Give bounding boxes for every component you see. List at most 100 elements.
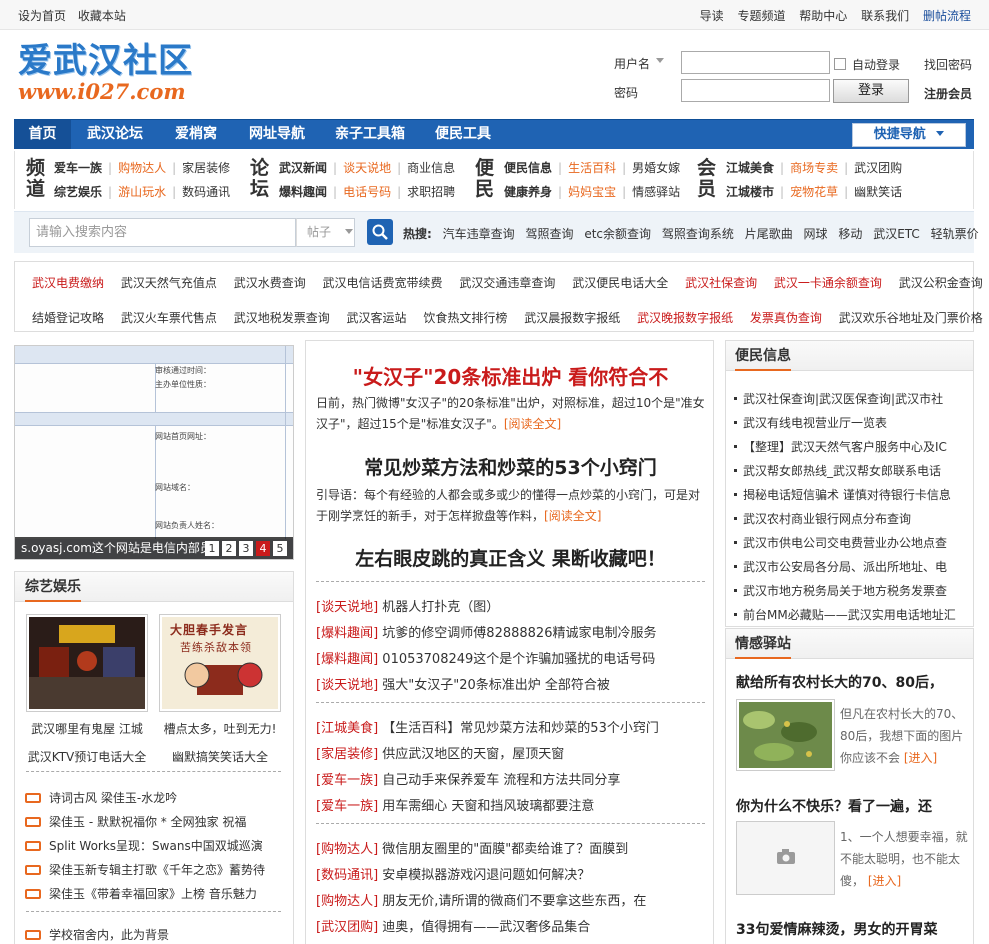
nav-utility-tools[interactable]: 便民工具 bbox=[426, 120, 500, 149]
post-item[interactable]: [爱车一族] 用车需细心 天窗和挡风玻璃都要注意 bbox=[316, 795, 594, 814]
link[interactable]: 武汉KTV预订电话大全 bbox=[26, 748, 148, 765]
quick-link[interactable]: 饮食热文排行榜 bbox=[423, 309, 507, 326]
channel-link[interactable]: 妈妈宝宝 bbox=[568, 180, 616, 204]
channel-link[interactable]: 情感驿站 bbox=[632, 180, 680, 204]
quick-link[interactable]: 结婚登记攻略 bbox=[32, 309, 104, 326]
quick-link[interactable]: 发票真伪查询 bbox=[750, 309, 822, 326]
list-item[interactable]: 梁佳玉新专辑主打歌《千年之恋》蓄势待 bbox=[25, 861, 265, 878]
list-item[interactable]: 梁佳玉《带着幸福回家》上榜 音乐魅力 bbox=[25, 885, 257, 902]
read-more-link[interactable]: [阅读全文] bbox=[504, 417, 561, 431]
channel-link[interactable]: 商业信息 bbox=[407, 156, 455, 180]
panel-title[interactable]: 便民信息 bbox=[735, 341, 791, 371]
nav-parenting-tools[interactable]: 亲子工具箱 bbox=[326, 120, 414, 149]
info-link[interactable]: 武汉有线电视营业厅一览表 bbox=[734, 414, 970, 431]
slide-page-3[interactable]: 3 bbox=[239, 541, 253, 556]
hot-search-link[interactable]: 武汉ETC bbox=[873, 227, 920, 241]
link[interactable]: 幽默搞笑笑话大全 bbox=[159, 748, 281, 765]
channel-link[interactable]: 健康养身 bbox=[504, 180, 552, 204]
hot-search-link[interactable]: 轻轨票价 bbox=[931, 227, 979, 241]
channel-link[interactable]: 求职招聘 bbox=[407, 180, 455, 204]
post-item[interactable]: [武汉团购] 迪奥，值得拥有——武汉奢侈品集合 bbox=[316, 916, 590, 935]
post-tag[interactable]: [爱车一族] bbox=[316, 773, 378, 788]
channel-link[interactable]: 武汉新闻 bbox=[279, 156, 327, 180]
post-item[interactable]: [爱车一族] 自己动手来保养爱车 流程和方法共同分享 bbox=[316, 769, 620, 788]
forgot-password-link[interactable]: 找回密码 bbox=[924, 56, 972, 73]
headline-1[interactable]: "女汉子"20条标准出炉 看你符合不 bbox=[306, 361, 715, 390]
channel-link[interactable]: 电话号码 bbox=[343, 180, 391, 204]
quick-link[interactable]: 武汉欢乐谷地址及门票价格 bbox=[839, 309, 983, 326]
post-item[interactable]: [谈天说地] 强大"女汉子"20条标准出炉 全部符合被 bbox=[316, 674, 610, 693]
channel-link[interactable]: 宠物花草 bbox=[790, 180, 838, 204]
bookmark-link[interactable]: 收藏本站 bbox=[78, 9, 126, 23]
thumb-caption[interactable]: 武汉哪里有鬼屋 江城 bbox=[26, 720, 148, 737]
hot-search-link[interactable]: 汽车违章查询 bbox=[443, 227, 515, 241]
headline-3[interactable]: 左右眼皮跳的真正含义 果断收藏吧！ bbox=[306, 544, 715, 571]
quick-link[interactable]: 武汉电信话费宽带续费 bbox=[323, 274, 443, 291]
quick-link[interactable]: 武汉客运站 bbox=[347, 309, 407, 326]
info-link[interactable]: 武汉社保查询|武汉医保查询|武汉市社 bbox=[734, 390, 970, 407]
quick-nav-dropdown[interactable]: 快捷导航 bbox=[852, 123, 966, 147]
post-item[interactable]: [数码通讯] 安卓模拟器游戏闪退问题如何解决？ bbox=[316, 864, 590, 883]
read-more-link[interactable]: [阅读全文] bbox=[544, 509, 601, 523]
login-button[interactable]: 登录 bbox=[833, 79, 909, 103]
channel-link[interactable]: 男婚女嫁 bbox=[632, 156, 680, 180]
hot-search-link[interactable]: etc余额查询 bbox=[584, 227, 651, 241]
post-tag[interactable]: [爆料趣闻] bbox=[316, 626, 378, 641]
info-link[interactable]: 【整理】武汉天然气客户服务中心及IC bbox=[734, 438, 970, 455]
info-link[interactable]: 武汉市地方税务局关于地方税务发票查 bbox=[734, 582, 970, 599]
post-tag[interactable]: [购物达人] bbox=[316, 894, 378, 909]
post-item[interactable]: [购物达人] 微信朋友圈里的"面膜"都卖给谁了？面膜到 bbox=[316, 838, 628, 857]
post-tag[interactable]: [爱车一族] bbox=[316, 799, 378, 814]
search-button[interactable] bbox=[367, 219, 393, 245]
post-item[interactable]: [购物达人] 朋友无价,请所谓的微商们不要拿这些东西，在 bbox=[316, 890, 646, 909]
nav-forum[interactable]: 武汉论坛 bbox=[78, 120, 152, 149]
enter-link[interactable]: [进入] bbox=[904, 751, 937, 765]
info-link[interactable]: 揭秘电话短信骗术 谨慎对待银行卡信息 bbox=[734, 486, 970, 503]
auto-login-checkbox[interactable] bbox=[834, 58, 846, 70]
slide-page-1[interactable]: 1 bbox=[205, 541, 219, 556]
quick-link[interactable]: 武汉天然气充值点 bbox=[121, 274, 217, 291]
post-item[interactable]: [江城美食] 【生活百科】常见炒菜方法和炒菜的53个小窍门 bbox=[316, 717, 659, 736]
info-link[interactable]: 武汉市供电公司交电费营业办公地点查 bbox=[734, 534, 970, 551]
guide-link[interactable]: 导读 bbox=[700, 9, 724, 23]
list-item[interactable]: 梁佳玉 - 默默祝福你 * 全网独家 祝福 bbox=[25, 813, 246, 830]
post-tag[interactable]: [武汉团购] bbox=[316, 920, 378, 935]
hot-search-link[interactable]: 驾照查询 bbox=[525, 227, 573, 241]
info-link[interactable]: 武汉市公安局各分局、派出所地址、电 bbox=[734, 558, 970, 575]
post-tag[interactable]: [江城美食] bbox=[316, 721, 378, 736]
quick-link[interactable]: 武汉一卡通余额查询 bbox=[774, 274, 882, 291]
channel-link[interactable]: 生活百科 bbox=[568, 156, 616, 180]
channel-link[interactable]: 游山玩水 bbox=[118, 180, 166, 204]
slide-page-2[interactable]: 2 bbox=[222, 541, 236, 556]
post-tag[interactable]: [谈天说地] bbox=[316, 678, 378, 693]
quick-link[interactable]: 武汉晨报数字报纸 bbox=[524, 309, 620, 326]
quick-link[interactable]: 武汉社保查询 bbox=[685, 274, 757, 291]
post-tag[interactable]: [购物达人] bbox=[316, 842, 378, 857]
headline-2[interactable]: 常见炒菜方法和炒菜的53个小窍门 bbox=[306, 453, 715, 480]
thumb-caption[interactable]: 槽点太多，吐到无力! bbox=[159, 720, 281, 737]
info-link[interactable]: 武汉帮女郎热线_武汉帮女郎联系电话 bbox=[734, 462, 970, 479]
quick-link[interactable]: 武汉火车票代售点 bbox=[121, 309, 217, 326]
channel-link[interactable]: 江城楼市 bbox=[726, 180, 774, 204]
hot-search-link[interactable]: 移动 bbox=[838, 227, 862, 241]
search-input[interactable]: 请输入搜索内容 bbox=[29, 218, 296, 247]
search-type-select[interactable]: 帖子 bbox=[296, 218, 355, 247]
post-tag[interactable]: [谈天说地] bbox=[316, 600, 378, 615]
quick-link[interactable]: 武汉便民电话大全 bbox=[572, 274, 668, 291]
channel-link[interactable]: 谈天说地 bbox=[343, 156, 391, 180]
channel-link[interactable]: 爱车一族 bbox=[54, 156, 102, 180]
nav-home[interactable]: 首页 bbox=[14, 120, 71, 149]
post-tag[interactable]: [爆料趣闻] bbox=[316, 652, 378, 667]
article-title[interactable]: 献给所有农村长大的70、80后， bbox=[736, 672, 943, 692]
list-item[interactable]: 学校宿舍内，此为背景 bbox=[25, 926, 169, 943]
post-item[interactable]: [家居装修] 供应武汉地区的天窗，屋顶天窗 bbox=[316, 743, 564, 762]
slide-page-5[interactable]: 5 bbox=[273, 541, 287, 556]
quick-link[interactable]: 武汉公积金查询 bbox=[899, 274, 983, 291]
contact-link[interactable]: 联系我们 bbox=[861, 9, 909, 23]
site-logo[interactable]: 爱武汉社区 www.i027.com bbox=[18, 42, 218, 106]
nav-aishaowo[interactable]: 爱梢窝 bbox=[164, 120, 228, 149]
panel-title[interactable]: 综艺娱乐 bbox=[25, 572, 81, 602]
channel-link[interactable]: 数码通讯 bbox=[182, 180, 230, 204]
post-item[interactable]: [爆料趣闻] 01053708249这个是个诈骗加骚扰的电话号码 bbox=[316, 648, 655, 667]
quick-link[interactable]: 武汉水费查询 bbox=[234, 274, 306, 291]
